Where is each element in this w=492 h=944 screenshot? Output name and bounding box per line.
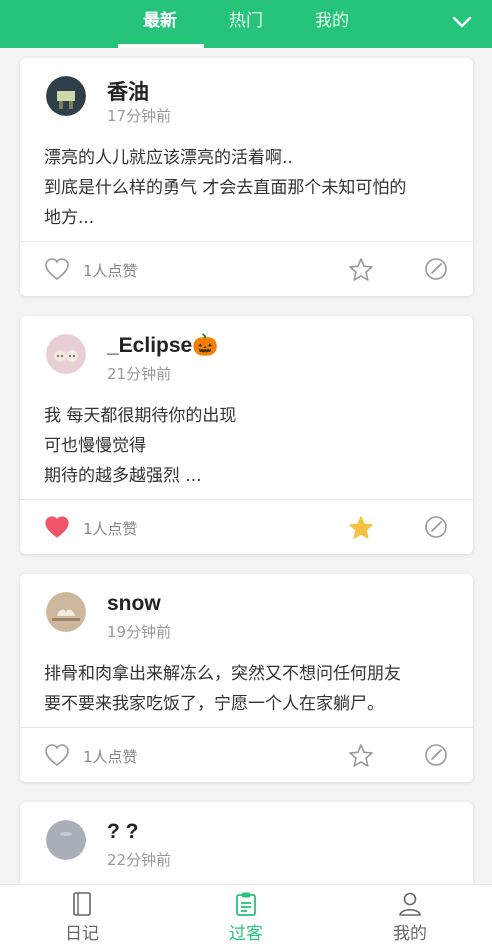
avatar[interactable] bbox=[46, 334, 86, 374]
post-line: 到底是什么样的勇气 才会去直面那个未知可怕的 bbox=[44, 178, 407, 198]
active-tab-indicator bbox=[118, 44, 204, 48]
avatar[interactable] bbox=[46, 76, 86, 116]
post-time: 17分钟前 bbox=[107, 107, 172, 125]
tab-mine[interactable]: 我的 bbox=[300, 0, 364, 48]
post-actions: 1人点赞 bbox=[20, 499, 473, 554]
avatar[interactable] bbox=[46, 592, 86, 632]
post-line: 地方... bbox=[44, 208, 95, 228]
post-actions: 1人点赞 bbox=[20, 241, 473, 296]
post-username[interactable]: 香油 bbox=[107, 76, 149, 106]
post-time: 19分钟前 bbox=[107, 623, 172, 641]
post-card[interactable]: 香油 17分钟前 漂亮的人儿就应该漂亮的活着啊.. 到底是什么样的勇气 才会去直… bbox=[20, 58, 473, 296]
nav-item-diary[interactable]: 日记 bbox=[32, 885, 132, 944]
comment-icon[interactable] bbox=[424, 257, 448, 281]
chevron-down-icon[interactable] bbox=[450, 12, 474, 32]
post-username[interactable]: ? ? bbox=[107, 820, 139, 844]
post-username[interactable]: snow bbox=[107, 592, 161, 616]
like-count: 1人点赞 bbox=[83, 520, 138, 538]
comment-icon[interactable] bbox=[424, 743, 448, 767]
heart-icon[interactable] bbox=[44, 515, 70, 539]
heart-icon[interactable] bbox=[44, 257, 70, 281]
post-content[interactable]: 排骨和肉拿出来解冻么，突然又不想问任何朋友 要不要来我家吃饭了，宁愿一个人在家躺… bbox=[44, 659, 453, 719]
post-actions: 1人点赞 bbox=[20, 727, 473, 782]
comment-icon[interactable] bbox=[424, 515, 448, 539]
star-icon[interactable] bbox=[348, 515, 374, 541]
avatar[interactable] bbox=[46, 820, 86, 860]
post-line: 可也慢慢觉得 bbox=[44, 436, 146, 456]
post-line: 排骨和肉拿出来解冻么，突然又不想问任何朋友 bbox=[44, 664, 401, 684]
heart-icon[interactable] bbox=[44, 743, 70, 767]
nav-label: 过客 bbox=[229, 924, 263, 944]
post-time: 22分钟前 bbox=[107, 851, 172, 869]
like-count: 1人点赞 bbox=[83, 262, 138, 280]
tab-hot[interactable]: 热门 bbox=[214, 0, 278, 48]
post-line: 期待的越多越强烈 ... bbox=[44, 466, 202, 486]
post-content[interactable]: 我 每天都很期待你的出现 可也慢慢觉得 期待的越多越强烈 ... bbox=[44, 401, 453, 491]
passerby-icon bbox=[236, 892, 256, 916]
top-tab-bar: 最新 热门 我的 bbox=[0, 0, 492, 48]
nav-label: 日记 bbox=[65, 924, 99, 944]
post-line: 漂亮的人儿就应该漂亮的活着啊.. bbox=[44, 148, 293, 168]
post-line: 我 每天都很期待你的出现 bbox=[44, 406, 237, 426]
post-card[interactable]: _Eclipse🎃 21分钟前 我 每天都很期待你的出现 可也慢慢觉得 期待的越… bbox=[20, 316, 473, 554]
post-time: 21分钟前 bbox=[107, 365, 172, 383]
tab-latest[interactable]: 最新 bbox=[128, 0, 192, 48]
post-line: 要不要来我家吃饭了，宁愿一个人在家躺尸。 bbox=[44, 694, 384, 714]
diary-icon bbox=[73, 892, 91, 916]
nav-item-profile[interactable]: 我的 bbox=[360, 885, 460, 944]
post-username[interactable]: _Eclipse🎃 bbox=[107, 334, 218, 358]
nav-label: 我的 bbox=[393, 924, 427, 944]
profile-icon bbox=[399, 892, 421, 916]
bottom-navigation: 日记 过客 我的 bbox=[0, 884, 492, 944]
like-count: 1人点赞 bbox=[83, 748, 138, 766]
star-icon[interactable] bbox=[348, 743, 374, 769]
post-card[interactable]: snow 19分钟前 排骨和肉拿出来解冻么，突然又不想问任何朋友 要不要来我家吃… bbox=[20, 574, 473, 782]
post-content[interactable]: 漂亮的人儿就应该漂亮的活着啊.. 到底是什么样的勇气 才会去直面那个未知可怕的 … bbox=[44, 143, 453, 233]
nav-item-passerby[interactable]: 过客 bbox=[196, 885, 296, 944]
star-icon[interactable] bbox=[348, 257, 374, 283]
